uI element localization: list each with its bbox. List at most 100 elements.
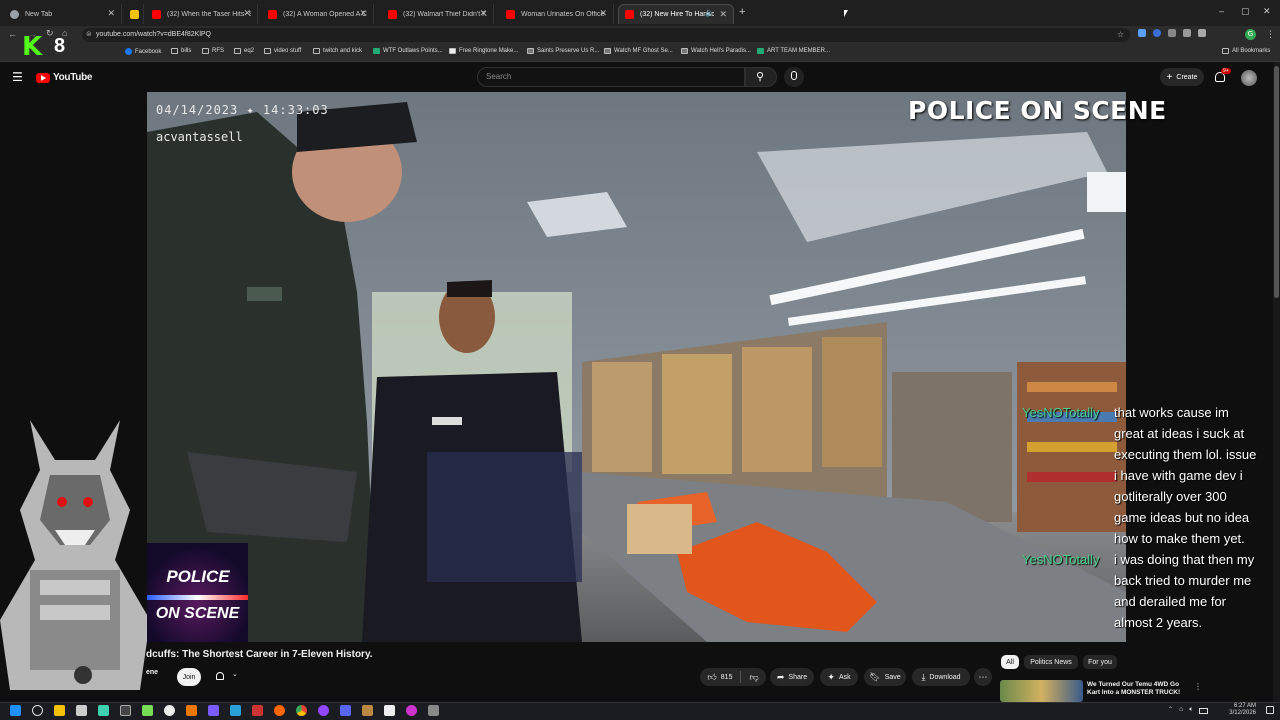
app-icon[interactable] — [120, 705, 131, 716]
firefox-icon[interactable] — [274, 705, 285, 716]
bookmark-facebook[interactable]: Facebook — [125, 48, 161, 55]
back-icon[interactable]: ← — [8, 29, 17, 39]
app-icon[interactable] — [186, 705, 197, 716]
minimize-icon[interactable]: – — [1219, 6, 1224, 16]
tab-video-4[interactable]: Woman Urinates On Officers W ✕ — [500, 4, 614, 24]
chip-politics-news[interactable]: Politics News — [1024, 655, 1078, 669]
share-button[interactable]: ➦ Share — [770, 668, 814, 686]
window-close-icon[interactable]: ✕ — [1263, 6, 1271, 17]
tab-video-active[interactable]: (32) New Hire To Handcuffs 🔈 ✕ — [618, 4, 734, 24]
tab-video-3[interactable]: (32) Walmart Thief Didn't Know ✕ — [382, 4, 494, 24]
search-icon[interactable] — [32, 705, 43, 716]
folder-icon — [1222, 48, 1229, 54]
close-icon[interactable]: ✕ — [107, 8, 115, 19]
close-icon[interactable]: ✕ — [599, 8, 607, 19]
app-icon[interactable] — [318, 705, 329, 716]
taskbar-clock[interactable]: 6:27 AM 3/12/2026 — [1229, 703, 1256, 717]
app-icon[interactable] — [384, 705, 395, 716]
bookmark-art-team[interactable]: ART TEAM MEMBER... — [757, 48, 830, 54]
app-icon[interactable] — [406, 705, 417, 716]
close-icon[interactable]: ✕ — [479, 8, 487, 19]
download-button[interactable]: ⤓ Download — [912, 668, 970, 686]
bookmark-video-stuff[interactable]: video stuff — [264, 48, 301, 54]
app-icon[interactable] — [428, 705, 439, 716]
video-player[interactable]: 04/14/2023 ✦ 14:33:03 acvantassell — [147, 92, 1126, 642]
close-icon[interactable]: ✕ — [359, 8, 367, 19]
search-button[interactable]: ⚲ — [745, 67, 777, 87]
close-icon[interactable]: ✕ — [243, 8, 251, 19]
extensions-puzzle-icon[interactable] — [1198, 29, 1206, 37]
channel-name[interactable]: ene — [146, 669, 158, 676]
tab-pinned[interactable] — [124, 4, 144, 24]
like-dislike-group: 👍︎ 815 👎︎ — [700, 668, 766, 686]
extension-icon[interactable] — [1153, 29, 1161, 37]
extension-icon[interactable] — [1168, 29, 1176, 37]
app-icon[interactable] — [208, 705, 219, 716]
channel-avatar[interactable] — [74, 666, 92, 684]
speaker-icon[interactable]: 🔈 — [705, 8, 715, 17]
like-button[interactable]: 👍︎ 815 — [707, 672, 732, 683]
extension-icon[interactable] — [1138, 29, 1146, 37]
all-bookmarks[interactable]: All Bookmarks — [1222, 48, 1270, 54]
new-tab-icon[interactable]: + — [739, 6, 745, 18]
network-icon[interactable]: ⌂ — [1179, 706, 1183, 716]
more-actions-button[interactable]: ⋯ — [974, 668, 992, 686]
more-icon[interactable]: ⋮ — [1194, 682, 1202, 691]
profile-avatar[interactable]: G — [1245, 29, 1256, 40]
chip-all[interactable]: All — [1001, 655, 1019, 669]
save-button[interactable]: 🔖︎ Save — [864, 668, 906, 686]
bookmark-ringtone[interactable]: Free Ringtone Make... — [449, 48, 518, 54]
bookmark-eq2[interactable]: eq2 — [234, 48, 254, 54]
app-icon[interactable] — [164, 705, 175, 716]
chat-line: and derailed me for — [1114, 594, 1227, 609]
bookmark-star-icon[interactable]: ☆ — [1117, 28, 1124, 42]
app-icon[interactable] — [142, 705, 153, 716]
site-info-icon[interactable]: ⊜ — [86, 28, 92, 42]
chip-for-you[interactable]: For you — [1083, 655, 1117, 669]
next-video-item[interactable]: We Turned Our Temu 4WD Go Kart Into a MO… — [1000, 680, 1202, 702]
bookmark-wtf-outlaws[interactable]: WTF Outlaws Points... — [373, 48, 443, 54]
chrome-icon[interactable] — [296, 705, 307, 716]
bookmark-bills[interactable]: bills — [171, 48, 191, 54]
battery-icon[interactable] — [1199, 708, 1209, 714]
chevron-up-icon[interactable]: ⌃ — [1168, 706, 1173, 716]
app-icon[interactable] — [230, 705, 241, 716]
site-icon — [527, 48, 534, 54]
bookmark-hells-paradise[interactable]: Watch Hell's Paradis... — [681, 48, 751, 54]
file-explorer-icon[interactable] — [54, 705, 65, 716]
hamburger-menu-icon[interactable]: ☰ — [12, 70, 23, 84]
scrollbar-thumb[interactable] — [1274, 66, 1279, 298]
account-avatar[interactable] — [1241, 70, 1257, 86]
notifications-button[interactable]: 9+ — [1214, 68, 1231, 85]
windows-start-icon[interactable] — [10, 705, 21, 716]
create-button[interactable]: + Create — [1160, 68, 1204, 86]
maximize-icon[interactable]: ▢ — [1241, 6, 1250, 17]
volume-icon[interactable]: 🔈︎ — [1189, 706, 1193, 716]
dislike-button[interactable]: 👎︎ — [749, 672, 758, 683]
page-scrollbar[interactable] — [1273, 62, 1280, 702]
folder-icon — [171, 48, 178, 54]
app-icon[interactable] — [98, 705, 109, 716]
ask-button[interactable]: ✦ Ask — [820, 668, 858, 686]
notification-center-icon[interactable] — [1266, 706, 1274, 714]
bookmark-twitch-and-kick[interactable]: twitch and kick — [313, 48, 362, 54]
bookmark-rfs[interactable]: RFS — [202, 48, 224, 54]
app-icon[interactable] — [76, 705, 87, 716]
search-input[interactable]: Search — [477, 67, 745, 87]
close-icon[interactable]: ✕ — [719, 9, 727, 20]
app-icon[interactable] — [362, 705, 373, 716]
bookmark-mf-ghost[interactable]: Watch MF Ghost Se... — [604, 48, 673, 54]
join-button[interactable]: Join — [177, 668, 201, 686]
address-bar[interactable]: ⊜ youtube.com/watch?v=dBE4f82KlPQ ☆ — [82, 28, 1130, 42]
tab-video-2[interactable]: (32) A Woman Opened A Cop'\ ✕ — [262, 4, 374, 24]
discord-icon[interactable] — [340, 705, 351, 716]
youtube-logo[interactable]: YouTube — [36, 72, 93, 83]
chrome-menu-icon[interactable]: ⋮ — [1266, 29, 1275, 40]
extension-icon[interactable] — [1183, 29, 1191, 37]
bookmark-saints[interactable]: Saints Preserve Us R... — [527, 48, 599, 54]
app-icon[interactable] — [252, 705, 263, 716]
subscribe-bell-button[interactable]: ⌄ — [212, 668, 242, 686]
voice-search-button[interactable] — [784, 67, 804, 87]
tab-video-1[interactable]: (32) When the Taser Hits- Susp ✕ — [146, 4, 258, 24]
tab-new-tab[interactable]: New Tab ✕ — [4, 4, 122, 24]
